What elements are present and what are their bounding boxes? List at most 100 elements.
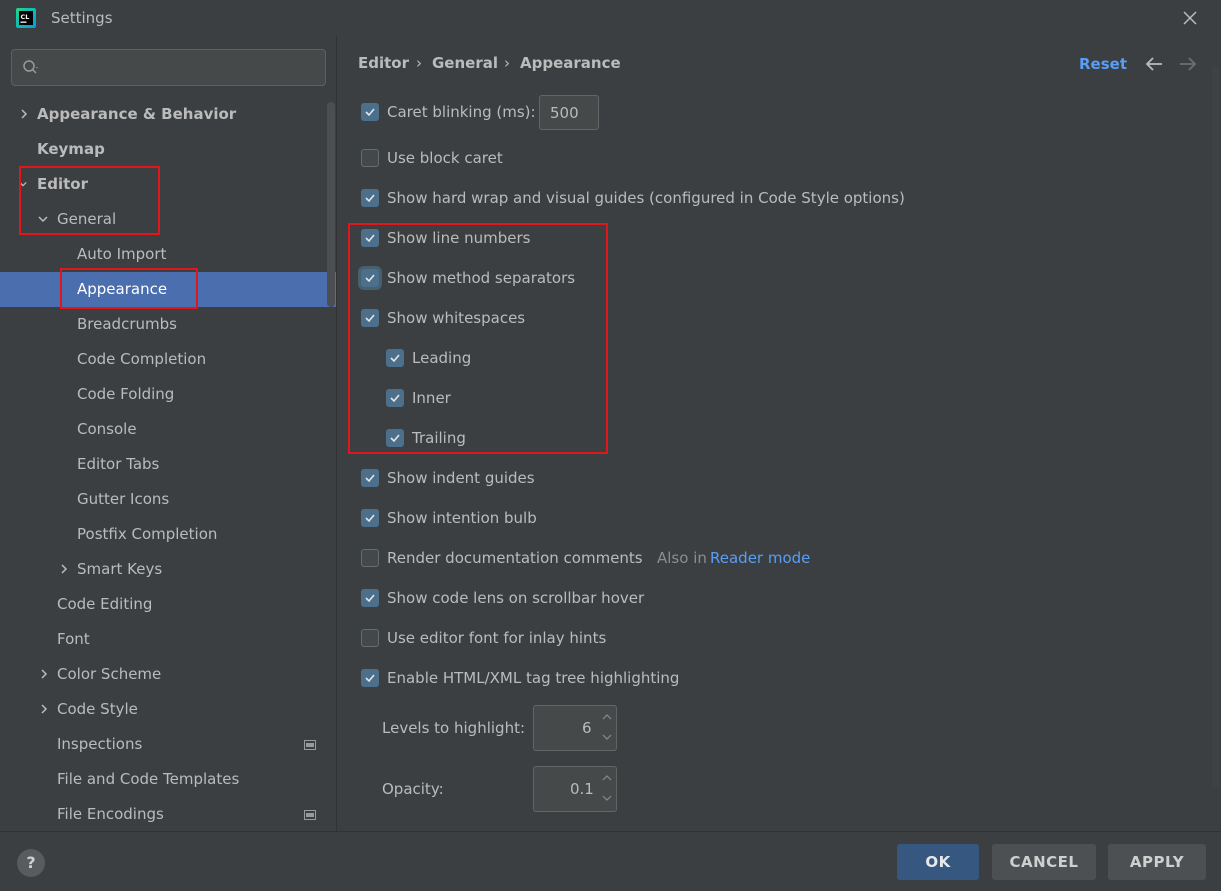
sidebar-item-label: Appearance (77, 280, 168, 298)
sidebar-item-label: Editor Tabs (77, 455, 160, 473)
sidebar-item-file-code-templates[interactable]: File and Code Templates (0, 762, 336, 797)
option-label: Show code lens on scrollbar hover (387, 589, 645, 607)
option-label: Leading (412, 349, 472, 367)
close-icon[interactable] (1181, 9, 1199, 27)
option-label: Show indent guides (387, 469, 535, 487)
spinner-up-icon[interactable] (600, 712, 614, 722)
sidebar-item-label: Color Scheme (57, 665, 162, 683)
sidebar-item-label: Code Completion (77, 350, 207, 368)
sidebar-item-code-style[interactable]: Code Style (0, 692, 336, 727)
sidebar-item-gutter-icons[interactable]: Gutter Icons (0, 482, 336, 517)
sidebar-item-appearance[interactable]: Appearance (0, 272, 336, 307)
arrow-right-icon[interactable] (1178, 55, 1198, 73)
spinner-up-icon[interactable] (600, 773, 614, 783)
highlight-box-display-options (348, 223, 608, 454)
sidebar-item-keymap[interactable]: Keymap (0, 132, 336, 167)
tag-tree-checkbox[interactable] (361, 669, 379, 687)
sidebar-item-file-encodings[interactable]: File Encodings (0, 797, 336, 832)
sidebar-item-auto-import[interactable]: Auto Import (0, 237, 336, 272)
intention-bulb-checkbox[interactable] (361, 509, 379, 527)
chevron-right-icon (41, 669, 48, 679)
option-label: Show intention bulb (387, 509, 537, 527)
caret-blinking-input[interactable]: 500 (539, 95, 599, 130)
sidebar-item-editor[interactable]: Editor (0, 167, 336, 202)
chevron-right-icon (61, 564, 68, 574)
project-scope-icon (304, 810, 316, 820)
hard-wrap-checkbox[interactable] (361, 189, 379, 207)
option-label: Render documentation comments (387, 549, 643, 567)
render-docs-checkbox[interactable] (361, 549, 379, 567)
opacity-spinner[interactable]: 0.1 (533, 766, 617, 812)
sidebar-scrollbar[interactable] (327, 102, 335, 307)
block-caret-checkbox[interactable] (361, 149, 379, 167)
ok-button[interactable]: OK (897, 844, 979, 880)
breadcrumb-item[interactable]: Editor (358, 54, 409, 72)
option-label: Caret blinking (ms): (387, 103, 536, 121)
arrow-left-icon[interactable] (1144, 55, 1164, 73)
option-label: Inner (412, 389, 451, 407)
option-label: Show whitespaces (387, 309, 526, 327)
sidebar-item-smart-keys[interactable]: Smart Keys (0, 552, 336, 587)
sidebar-item-label: File and Code Templates (57, 770, 240, 788)
chevron-down-icon (38, 216, 48, 223)
window-title: Settings (51, 9, 113, 27)
settings-content: Editor › General › Appearance Reset Care… (338, 36, 1221, 831)
editor-font-inlay-checkbox[interactable] (361, 629, 379, 647)
reader-mode-link[interactable]: Reader mode (710, 547, 810, 569)
indent-guides-checkbox[interactable] (361, 469, 379, 487)
levels-spinner[interactable]: 6 (533, 705, 617, 751)
breadcrumb-separator: › (416, 54, 422, 72)
content-scrollbar[interactable] (1212, 66, 1219, 786)
sidebar-item-label: Code Style (57, 700, 138, 718)
search-icon (23, 60, 38, 74)
whitespaces-checkbox[interactable] (361, 309, 379, 327)
sidebar-item-label: File Encodings (57, 805, 164, 823)
sidebar-item-code-completion[interactable]: Code Completion (0, 342, 336, 377)
spinner-down-icon[interactable] (600, 793, 614, 803)
dialog-footer: ? OK CANCEL APPLY (0, 831, 1221, 891)
sidebar-item-inspections[interactable]: Inspections (0, 727, 336, 762)
sidebar-item-label: Breadcrumbs (77, 315, 177, 333)
sidebar-item-console[interactable]: Console (0, 412, 336, 447)
sidebar-item-label: Font (57, 630, 90, 648)
sidebar-item-breadcrumbs[interactable]: Breadcrumbs (0, 307, 336, 342)
trailing-checkbox[interactable] (386, 429, 404, 447)
sidebar-item-editor-tabs[interactable]: Editor Tabs (0, 447, 336, 482)
breadcrumb-item[interactable]: General (432, 54, 498, 72)
line-numbers-checkbox[interactable] (361, 229, 379, 247)
sidebar-item-general[interactable]: General (0, 202, 336, 237)
chevron-right-icon (21, 109, 28, 119)
svg-text:CL: CL (21, 13, 30, 21)
option-label: Use block caret (387, 149, 503, 167)
help-button[interactable]: ? (17, 849, 45, 877)
sidebar-item-code-folding[interactable]: Code Folding (0, 377, 336, 412)
sidebar-item-code-editing[interactable]: Code Editing (0, 587, 336, 622)
sidebar-item-label: Keymap (37, 140, 105, 158)
chevron-down-icon (19, 181, 27, 187)
sidebar-item-appearance-behavior[interactable]: Appearance & Behavior (0, 97, 336, 132)
sidebar-item-color-scheme[interactable]: Color Scheme (0, 657, 336, 692)
apply-button[interactable]: APPLY (1108, 844, 1206, 880)
cancel-button[interactable]: CANCEL (992, 844, 1096, 880)
search-input[interactable] (50, 56, 310, 80)
option-label: Trailing (412, 429, 466, 447)
caret-blinking-checkbox[interactable] (361, 103, 379, 121)
code-lens-checkbox[interactable] (361, 589, 379, 607)
search-field[interactable] (11, 49, 326, 86)
leading-checkbox[interactable] (386, 349, 404, 367)
option-label: Show method separators (387, 269, 576, 287)
sidebar-item-label: Code Folding (77, 385, 175, 403)
spinner-down-icon[interactable] (600, 732, 614, 742)
sidebar-item-postfix-completion[interactable]: Postfix Completion (0, 517, 336, 552)
sidebar-item-label: Postfix Completion (77, 525, 218, 543)
reset-link[interactable]: Reset (1079, 55, 1127, 73)
breadcrumb-item: Appearance (520, 54, 621, 72)
inner-checkbox[interactable] (386, 389, 404, 407)
chevron-right-icon (41, 704, 48, 714)
option-label: Enable HTML/XML tag tree highlighting (387, 669, 680, 687)
sidebar-item-font[interactable]: Font (0, 622, 336, 657)
sidebar-item-label: General (57, 210, 117, 228)
opacity-label: Opacity: (382, 780, 444, 798)
method-separators-checkbox[interactable] (361, 269, 379, 287)
settings-sidebar: Appearance & Behavior Keymap Editor Gene… (0, 36, 337, 831)
